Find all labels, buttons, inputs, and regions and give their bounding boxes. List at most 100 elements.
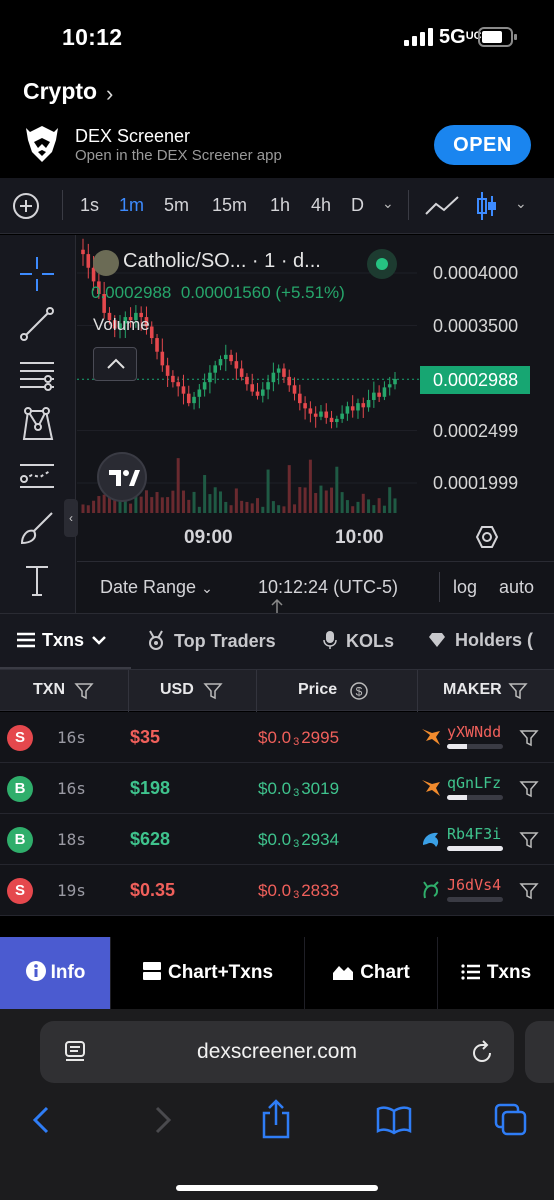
address-bar[interactable]: dexscreener.com <box>40 1021 514 1083</box>
tab-txns[interactable]: Txns <box>16 630 107 651</box>
forward-arrow-icon[interactable] <box>150 1105 174 1135</box>
chart-toolbar: 1s 1m 5m 15m 1h 4h D ⌄ ⌄ <box>0 178 554 234</box>
chart-settings-icon[interactable] <box>475 525 499 549</box>
table-row[interactable]: S 16s $35 $0.0 3 2995 yXWNdd <box>0 712 554 763</box>
log-scale-toggle[interactable]: log <box>453 577 477 598</box>
filter-icon[interactable] <box>519 830 539 850</box>
volume-bar <box>92 500 96 513</box>
maker-address[interactable]: Rb4F3i <box>447 825 501 843</box>
back-app-label[interactable]: Crypto <box>23 78 97 105</box>
crosshair-icon[interactable] <box>18 255 56 293</box>
timeframe-1s[interactable]: 1s <box>80 195 99 216</box>
txn-type-badge: B <box>7 827 33 853</box>
volume-bar <box>271 501 275 513</box>
filter-icon[interactable] <box>74 681 94 701</box>
chart-legend-title[interactable]: Catholic/SO... · 1 · d... <box>123 250 321 273</box>
price-chart[interactable]: Catholic/SO... · 1 · d... 0.0002988 0.00… <box>77 235 554 613</box>
volume-bar <box>277 505 281 513</box>
txn-price: $0.0 3 2833 <box>258 881 339 901</box>
table-row[interactable]: B 16s $198 $0.0 3 3019 qGnLFz <box>0 763 554 814</box>
share-icon[interactable] <box>260 1099 292 1139</box>
filter-icon[interactable] <box>508 681 528 701</box>
date-range-button[interactable]: Date Range ⌄ <box>100 577 213 598</box>
candle-body <box>298 393 302 404</box>
candle-body <box>86 254 91 268</box>
trend-line-icon[interactable] <box>18 305 56 343</box>
line-chart-icon[interactable] <box>424 194 460 218</box>
battery-icon <box>478 27 517 47</box>
filter-icon[interactable] <box>519 779 539 799</box>
url-text[interactable]: dexscreener.com <box>40 1040 514 1064</box>
volume-bar <box>361 493 365 513</box>
timeframe-4h[interactable]: 4h <box>311 195 331 216</box>
next-tab-preview[interactable] <box>525 1021 554 1083</box>
dollar-circle-icon[interactable]: $ <box>349 681 369 701</box>
pattern-icon[interactable] <box>18 405 56 443</box>
timeframe-dropdown-icon[interactable]: ⌄ <box>382 195 394 212</box>
candle-body <box>393 378 397 385</box>
brush-icon[interactable] <box>18 509 56 547</box>
header-maker[interactable]: MAKER <box>443 681 502 699</box>
chevron-up-icon <box>107 358 125 369</box>
filter-icon[interactable] <box>203 681 223 701</box>
maker-address[interactable]: qGnLFz <box>447 774 501 792</box>
tab-kols[interactable]: KOLs <box>323 630 394 652</box>
forecast-icon[interactable] <box>18 457 56 495</box>
open-app-button[interactable]: OPEN <box>434 125 531 165</box>
maker-address[interactable]: yXWNdd <box>447 723 501 741</box>
price-digits: 2833 <box>301 881 340 900</box>
chart-clock[interactable]: 10:12:24 (UTC-5) <box>258 577 398 598</box>
filter-icon[interactable] <box>519 881 539 901</box>
volume-bar <box>197 506 201 513</box>
timeframe-5m[interactable]: 5m <box>164 195 189 216</box>
tradingview-logo[interactable] <box>97 452 147 502</box>
header-divider <box>417 670 418 712</box>
txn-age: 19s <box>57 881 86 900</box>
candlestick-icon[interactable] <box>476 190 498 222</box>
timeframe-1m[interactable]: 1m <box>119 195 144 216</box>
view-chart-txns-label: Chart+Txns <box>167 962 274 983</box>
add-indicator-icon[interactable] <box>12 192 40 220</box>
view-info-label: Info <box>50 962 86 983</box>
text-tool-icon[interactable] <box>18 561 56 599</box>
header-price[interactable]: Price <box>298 681 337 699</box>
candle-body <box>81 249 85 255</box>
txn-price: $0.0 3 2995 <box>258 728 339 748</box>
tab-top-traders[interactable]: Top Traders <box>147 630 276 652</box>
view-info-button[interactable]: Info <box>0 937 111 1009</box>
chart-type-dropdown-icon[interactable]: ⌄ <box>515 195 527 212</box>
tab-holders[interactable]: Holders ( <box>428 630 533 651</box>
volume-bar <box>171 490 175 513</box>
candle-body <box>229 354 233 362</box>
auto-scale-toggle[interactable]: auto <box>499 577 534 598</box>
view-chart-button[interactable]: Chart <box>305 937 438 1009</box>
view-txns-button[interactable]: Txns <box>438 937 554 1009</box>
maker-address[interactable]: J6dVs4 <box>447 876 501 894</box>
tabs-icon[interactable] <box>494 1103 528 1137</box>
view-chart-txns-button[interactable]: Chart+Txns <box>111 937 305 1009</box>
table-row[interactable]: S 19s $0.35 $0.0 3 2833 J6dVs4 <box>0 865 554 916</box>
collapse-toolbar-handle[interactable]: ‹ <box>64 499 78 537</box>
tab-holders-label: Holders ( <box>455 630 534 650</box>
timeframe-d[interactable]: D <box>351 195 364 216</box>
header-txn[interactable]: TXN <box>33 681 65 699</box>
timeframe-1h[interactable]: 1h <box>270 195 290 216</box>
timeframe-15m[interactable]: 15m <box>212 195 247 216</box>
back-arrow-icon[interactable] <box>30 1105 54 1135</box>
candle-body <box>377 392 381 397</box>
list-icon <box>461 964 480 980</box>
table-row[interactable]: B 18s $628 $0.0 3 2934 Rb4F3i <box>0 814 554 865</box>
diamond-icon <box>429 633 445 647</box>
header-usd[interactable]: USD <box>160 681 194 699</box>
volume-bar <box>218 491 222 513</box>
tab-kols-label: KOLs <box>346 631 395 651</box>
candle-body <box>255 391 260 396</box>
legend-collapse-button[interactable] <box>93 347 137 381</box>
filter-icon[interactable] <box>519 728 539 748</box>
bookmarks-icon[interactable] <box>376 1105 412 1135</box>
fox-icon <box>420 727 442 752</box>
reload-icon[interactable] <box>470 1039 494 1065</box>
fib-levels-icon[interactable] <box>18 355 56 393</box>
back-to-app[interactable]: Crypto › <box>0 76 554 112</box>
status-bar: 10:12 5GUC <box>0 0 554 76</box>
